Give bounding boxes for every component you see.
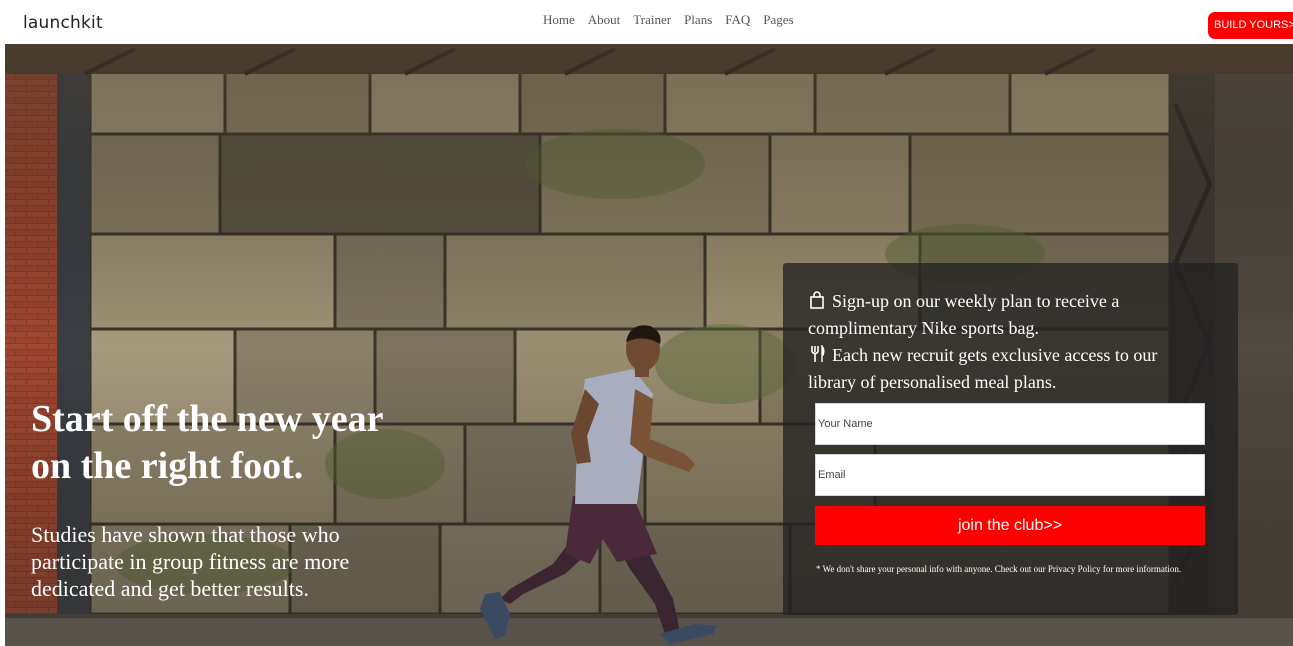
nav-link-home[interactable]: Home [543, 12, 575, 28]
hero-section: Start off the new year on the right foot… [5, 44, 1293, 646]
signup-panel: Sign-up on our weekly plan to receive a … [783, 263, 1238, 615]
nav-link-faq[interactable]: FAQ [725, 12, 750, 28]
perk-meal-plans-text: Each new recruit gets exclusive access t… [808, 345, 1158, 392]
hero-headline-line-1: Start off the new year [31, 398, 384, 440]
perk-sports-bag-text: Sign-up on our weekly plan to receive a … [808, 291, 1120, 338]
nav-link-plans[interactable]: Plans [684, 12, 712, 28]
hero-headline: Start off the new year on the right foot… [31, 396, 451, 490]
fork-knife-icon [811, 345, 825, 362]
hero-headline-line-2: on the right foot. [31, 445, 304, 487]
perk-sports-bag: Sign-up on our weekly plan to receive a … [808, 288, 1158, 342]
privacy-disclaimer: * We don't share your personal info with… [816, 564, 1182, 574]
hero-subcopy: Studies have shown that those who partic… [31, 522, 350, 601]
top-navigation-bar: launchkit Home About Trainer Plans FAQ P… [0, 0, 1293, 44]
name-input[interactable] [815, 403, 1205, 445]
shopping-bag-icon [810, 291, 824, 309]
build-yours-button[interactable]: BUILD YOURS>> [1208, 12, 1293, 39]
perk-meal-plans: Each new recruit gets exclusive access t… [808, 342, 1158, 396]
nav-link-trainer[interactable]: Trainer [633, 12, 671, 28]
join-club-button[interactable]: join the club>> [815, 506, 1205, 545]
nav-link-pages[interactable]: Pages [763, 12, 793, 28]
main-nav: Home About Trainer Plans FAQ Pages [543, 12, 794, 28]
email-input[interactable] [815, 454, 1205, 496]
site-logo[interactable]: launchkit [23, 13, 103, 33]
nav-link-about[interactable]: About [588, 12, 621, 28]
